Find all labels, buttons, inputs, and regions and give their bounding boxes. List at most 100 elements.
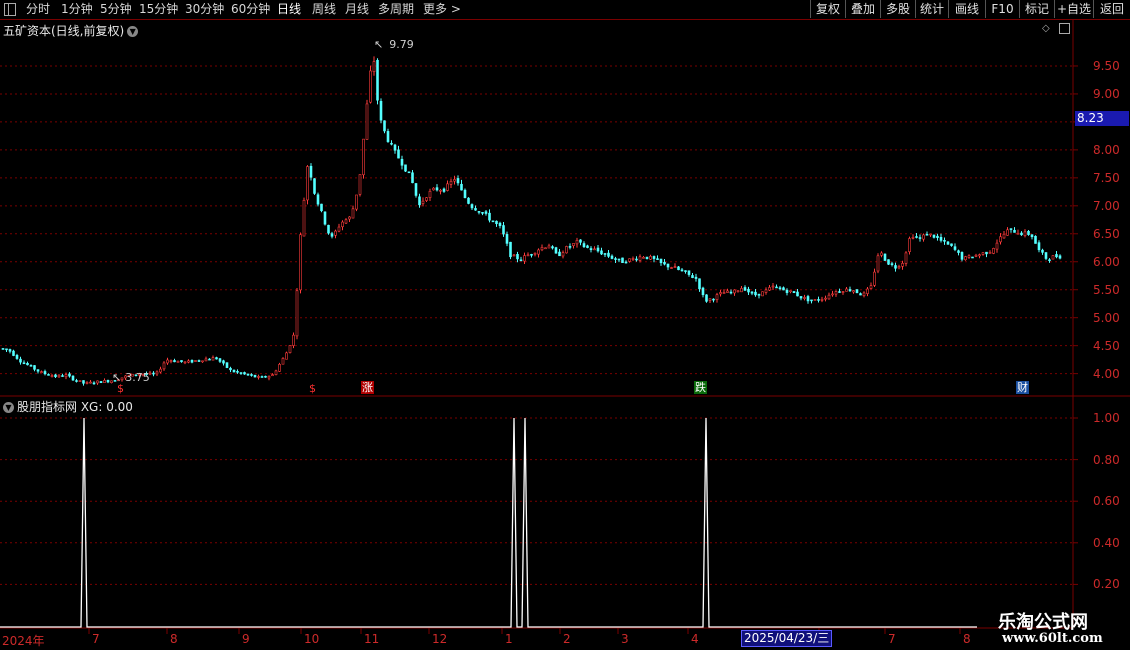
candle-down: [225, 362, 229, 368]
candle-down: [1034, 235, 1037, 244]
candle-up: [537, 249, 540, 255]
candle-up: [169, 360, 173, 363]
candle-down: [782, 287, 785, 291]
candle-down: [68, 373, 71, 377]
candle-down: [397, 149, 400, 159]
date-tick-label: 12: [432, 632, 448, 646]
candle-up: [726, 290, 729, 293]
candle-down: [481, 212, 484, 214]
candle-down: [950, 243, 953, 246]
candle-up: [1002, 233, 1006, 239]
candle-up: [803, 297, 806, 299]
finance-marker[interactable]: 财: [1016, 381, 1029, 394]
candle-down: [750, 291, 754, 294]
candle-up: [449, 181, 453, 185]
date-tick-label: 4: [691, 632, 699, 646]
indicator-tick-label: 0.20: [1093, 577, 1120, 592]
candle-up: [901, 263, 904, 267]
candle-down: [659, 258, 663, 264]
candle-down: [260, 376, 264, 378]
candle-down: [747, 288, 750, 293]
candle-down: [610, 255, 614, 259]
candle-down: [418, 196, 421, 206]
chevron-down-icon[interactable]: ▼: [3, 402, 14, 413]
candle-down: [806, 296, 810, 302]
candle-down: [607, 252, 610, 257]
candle-down: [743, 287, 747, 291]
candle-down: [33, 365, 36, 370]
candle-up: [358, 174, 362, 195]
candle-down: [36, 369, 40, 372]
candle-up: [708, 298, 712, 301]
candle-up: [285, 352, 288, 360]
candle-up: [733, 289, 736, 294]
candle-down: [71, 375, 75, 381]
candle-down: [694, 276, 698, 279]
candle-down: [635, 258, 638, 261]
candle-down: [621, 257, 624, 263]
price-tick-label: 9.00: [1093, 86, 1120, 101]
signal-marker[interactable]: $: [309, 382, 316, 395]
candle-down: [470, 204, 474, 209]
price-tick-label: 4.00: [1093, 366, 1120, 381]
candle-up: [421, 200, 425, 204]
candle-down: [467, 197, 470, 204]
candle-down: [232, 369, 236, 373]
indicator-title: ▼ 股朋指标网 XG: 0.00: [3, 398, 133, 415]
candle-up: [159, 368, 162, 373]
candle-down: [582, 243, 586, 248]
candle-up: [631, 258, 635, 260]
candle-up: [820, 299, 824, 301]
candle-down: [22, 362, 26, 365]
candle-up: [512, 254, 516, 257]
candle-up: [344, 219, 348, 224]
candle-down: [652, 256, 656, 259]
candle-down: [208, 358, 211, 361]
candle-up: [852, 290, 855, 293]
candle-down: [222, 360, 225, 364]
candle-up: [869, 285, 873, 289]
candle-down: [99, 381, 103, 384]
high-price-label: 9.79: [389, 38, 414, 51]
candle-down: [505, 234, 509, 244]
candle-down: [792, 291, 796, 294]
candle-up: [155, 371, 159, 375]
candle-down: [579, 239, 582, 243]
candle-up: [761, 291, 764, 297]
candle-down: [558, 251, 561, 257]
candle-up: [978, 254, 981, 257]
kline-chart[interactable]: [0, 0, 1130, 650]
candle-down: [330, 233, 334, 237]
candle-up: [372, 61, 376, 73]
candle-up: [768, 287, 771, 291]
candle-up: [981, 252, 985, 255]
rise-marker[interactable]: 涨: [361, 381, 374, 394]
candle-down: [666, 263, 670, 268]
candle-up: [288, 345, 292, 353]
date-tick-label: 2024年: [2, 634, 45, 648]
candle-down: [1030, 234, 1034, 238]
candle-down: [855, 289, 859, 294]
candle-down: [656, 258, 659, 260]
fall-marker[interactable]: 跌: [694, 381, 707, 394]
candle-down: [218, 358, 222, 362]
candle-up: [880, 252, 883, 256]
candle-up: [575, 240, 579, 245]
candle-down: [246, 373, 250, 376]
price-tick-label: 9.50: [1093, 58, 1120, 73]
candle-down: [785, 289, 789, 293]
candle-down: [1009, 228, 1013, 230]
candle-down: [106, 380, 110, 383]
candle-up: [278, 364, 281, 372]
candle-up: [187, 360, 190, 363]
candle-up: [992, 248, 995, 254]
signal-marker[interactable]: $: [117, 382, 124, 395]
candle-down: [1020, 232, 1023, 236]
candle-up: [911, 236, 915, 239]
candle-up: [432, 187, 435, 191]
price-tick-label: 5.50: [1093, 282, 1120, 297]
candle-up: [736, 290, 740, 293]
candle-up: [841, 291, 845, 293]
candle-down: [684, 270, 687, 272]
price-tick-label: 4.50: [1093, 338, 1120, 353]
